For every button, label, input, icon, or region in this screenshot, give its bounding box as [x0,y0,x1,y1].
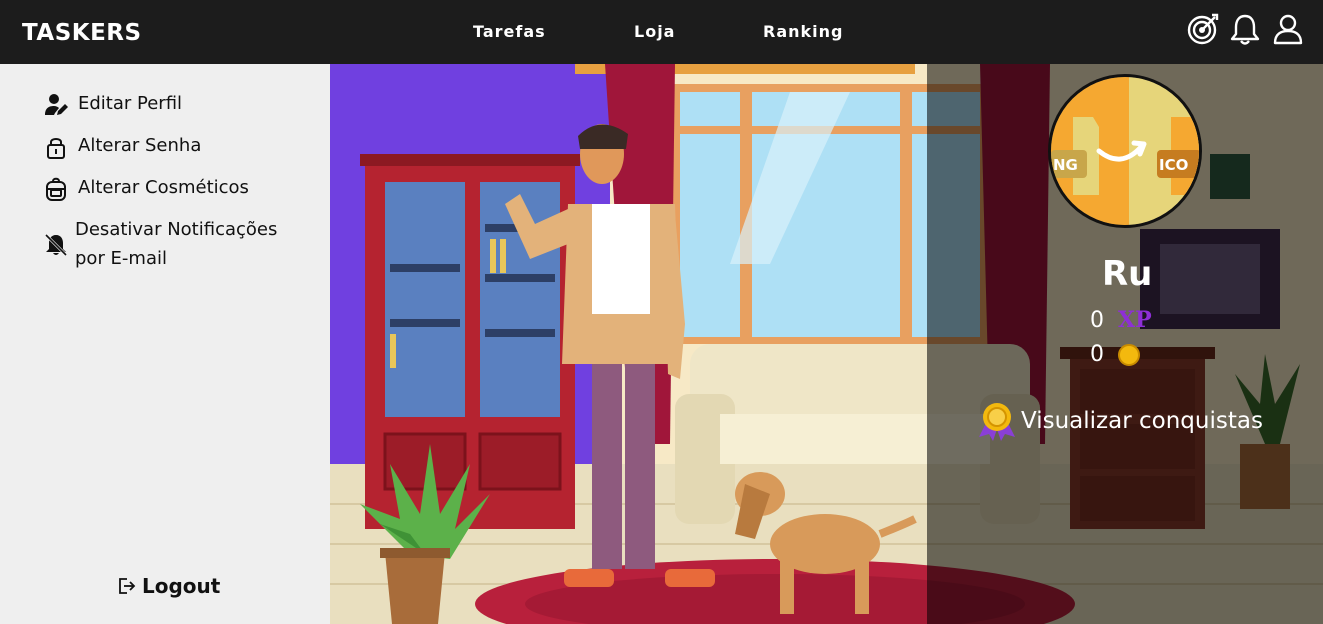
profile-background: NG ICO Ru 0 XP 0 Visualizar conquistas [330,64,1323,624]
lock-icon [47,138,65,159]
bell-off-icon [44,233,68,257]
user-icon[interactable] [1271,12,1305,46]
sidebar-item-alterar-senha[interactable]: Alterar Senha [44,134,201,160]
backpack-icon [46,177,66,201]
nav-ranking[interactable]: Ranking [763,22,843,41]
logout-button[interactable]: Logout [118,574,220,598]
brand-logo[interactable]: TASKERS [22,20,142,46]
username: Ru [1102,254,1153,294]
sidebar-item-alterar-cosmeticos[interactable]: Alterar Cosméticos [44,176,249,202]
coin-stat: 0 [1090,342,1140,367]
medal-icon [979,403,1015,441]
logout-icon [119,578,136,594]
top-bar: TASKERS Tarefas Loja Ranking [0,0,1323,64]
logout-label: Logout [142,574,221,598]
avatar-text-ico: ICO [1159,156,1188,174]
achievements-label: Visualizar conquistas [1021,408,1263,434]
nav-tarefas[interactable]: Tarefas [473,22,546,41]
target-icon[interactable] [1186,12,1220,46]
edit-user-icon [45,94,68,115]
avatar[interactable]: NG ICO [1048,74,1202,228]
xp-label: XP [1118,307,1152,333]
view-achievements-button[interactable]: Visualizar conquistas [975,399,1263,443]
png-to-ico-avatar: NG ICO [1051,77,1199,225]
bell-icon[interactable] [1228,12,1262,46]
nav-loja[interactable]: Loja [634,22,675,41]
coin-value: 0 [1090,342,1104,367]
sidebar-item-label: Alterar Cosméticos [78,177,249,198]
sidebar-item-label: Alterar Senha [78,135,202,156]
xp-value: 0 [1090,307,1104,333]
sidebar: Editar Perfil Alterar Senha Alterar Cosm… [0,64,330,624]
avatar-text-ng: NG [1053,156,1078,174]
sidebar-item-desativar-notificacoes[interactable]: Desativar Notificações por E-mail [44,218,304,273]
sidebar-item-editar-perfil[interactable]: Editar Perfil [44,92,182,118]
sidebar-item-label: Editar Perfil [78,93,183,114]
xp-stat: 0 XP [1090,307,1152,333]
coin-icon [1118,343,1140,366]
sidebar-item-label: Desativar Notificações por E-mail [75,219,278,269]
